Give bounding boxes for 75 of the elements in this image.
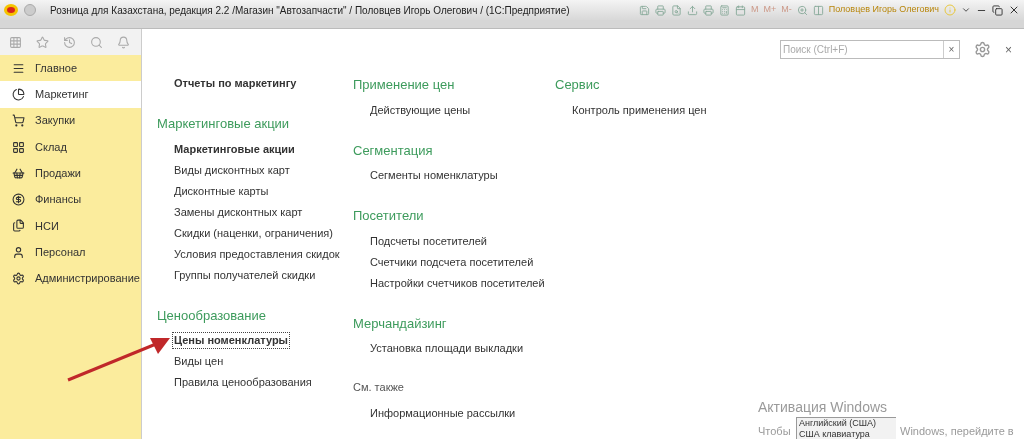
nav-link[interactable]: Виды дисконтных карт xyxy=(172,161,292,179)
preview-icon[interactable] xyxy=(670,4,682,16)
sidebar-item[interactable]: Персонал xyxy=(0,239,141,266)
printer-icon[interactable] xyxy=(702,4,714,16)
nav-link[interactable]: Контроль применения цен xyxy=(570,101,709,119)
menu-icon xyxy=(12,61,25,75)
nav-link[interactable]: Счетчики подсчета посетителей xyxy=(368,253,536,271)
calendar-icon[interactable] xyxy=(734,4,746,16)
clear-button[interactable]: × xyxy=(943,41,959,58)
nav-link[interactable]: Действующие цены xyxy=(368,101,473,119)
close-button[interactable]: × xyxy=(1005,40,1012,59)
menu-icon[interactable] xyxy=(24,4,36,16)
nav-link[interactable]: Виды цен xyxy=(172,353,226,370)
calculator-icon[interactable] xyxy=(718,4,730,16)
section-heading: Мерчандайзинг xyxy=(353,314,447,333)
star-icon[interactable] xyxy=(36,35,49,49)
nav-link[interactable]: Установка площади выкладки xyxy=(368,340,526,357)
logo-icon xyxy=(4,4,18,16)
coin-icon xyxy=(12,193,25,207)
files-icon xyxy=(12,219,25,233)
search-field[interactable]: Поиск (Ctrl+F) × xyxy=(780,40,960,59)
sidebar-item[interactable]: НСИ xyxy=(0,212,141,240)
section-heading: Применение цен xyxy=(353,76,455,94)
caret-icon[interactable] xyxy=(961,5,971,15)
basket-icon xyxy=(12,166,25,180)
nav-link[interactable]: Настройки счетчиков посетителей xyxy=(368,274,547,292)
info-icon[interactable] xyxy=(944,4,956,16)
activation-text: Чтобы xyxy=(758,424,791,439)
section-heading: Сервис xyxy=(555,76,600,94)
columns-icon[interactable] xyxy=(812,4,824,16)
sidebar-item[interactable]: Маркетинг xyxy=(0,81,141,108)
nav-link[interactable]: Маркетинговые акции xyxy=(172,140,297,158)
tooltip-text: Английский (США) xyxy=(799,418,878,429)
activation-text: Windows, перейдите в xyxy=(900,424,1014,439)
nav-link[interactable]: Подсчеты посетителей xyxy=(368,232,489,250)
settings-icon xyxy=(12,272,25,285)
nav-link[interactable]: Сегменты номенклатуры xyxy=(368,167,500,184)
nav-link[interactable]: Группы получателей скидки xyxy=(172,266,318,284)
section-heading: Ценообразование xyxy=(157,306,266,325)
sidebar-item[interactable]: Администрирование xyxy=(0,265,141,292)
sidebar-item[interactable]: Закупки xyxy=(0,107,141,134)
sidebar-item[interactable]: Главное xyxy=(0,55,141,82)
section-heading: Маркетинговые акции xyxy=(157,115,290,133)
see-also-heading: См. также xyxy=(353,380,404,395)
save-icon[interactable] xyxy=(638,4,650,16)
nav-link[interactable]: Цены номенклатуры xyxy=(172,332,290,349)
grid-icon xyxy=(12,140,25,154)
settings-icon[interactable] xyxy=(974,41,991,58)
restore-icon[interactable] xyxy=(992,4,1003,16)
window-title: Розница для Казахстана, редакция 2.2 /Магазин "Автозапчасти" / Половцев Игорь Олегович / (1С:Предприятие) xyxy=(50,3,570,18)
apps-icon[interactable] xyxy=(9,35,22,49)
nav-link[interactable]: Дисконтные карты xyxy=(172,182,271,200)
nav-link[interactable]: Условия предоставления скидок xyxy=(172,245,342,263)
nav-link[interactable]: Отчеты по маркетингу xyxy=(172,75,299,92)
tooltip-text: США клавиатура xyxy=(799,429,871,439)
section-heading: Сегментация xyxy=(353,141,433,160)
close-icon[interactable] xyxy=(1008,4,1020,16)
search-icon[interactable] xyxy=(90,35,103,49)
pie-chart-icon xyxy=(12,87,25,101)
section-heading: Посетители xyxy=(353,207,424,225)
zoom-icon[interactable] xyxy=(796,4,808,16)
printer-icon[interactable] xyxy=(654,4,666,16)
cart-icon xyxy=(12,114,25,128)
nav-link[interactable]: Информационные рассылки xyxy=(368,404,518,422)
sidebar-item[interactable]: Продажи xyxy=(0,160,141,187)
person-icon xyxy=(12,245,25,259)
sidebar-item[interactable]: Финансы xyxy=(0,186,141,213)
activation-title: Активация Windows xyxy=(758,399,888,415)
sidebar-item[interactable]: Склад xyxy=(0,133,141,161)
nav-link[interactable]: Замены дисконтных карт xyxy=(172,203,305,221)
upload-icon[interactable] xyxy=(686,4,698,16)
nav-link[interactable]: Скидки (наценки, ограничения) xyxy=(172,224,335,242)
bell-icon[interactable] xyxy=(117,35,130,49)
history-icon[interactable] xyxy=(63,35,76,49)
nav-link[interactable]: Правила ценообразования xyxy=(172,374,314,391)
